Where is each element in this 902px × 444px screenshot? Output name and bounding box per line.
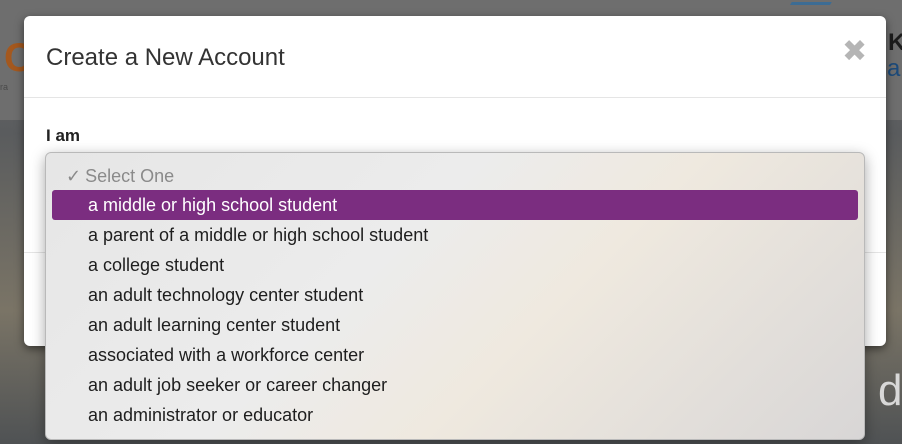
close-icon[interactable]: ✖ [842, 37, 867, 67]
option-adult-learning-center[interactable]: an adult learning center student [52, 310, 858, 340]
option-adult-technology-center[interactable]: an adult technology center student [52, 280, 858, 310]
option-college-student[interactable]: a college student [52, 250, 858, 280]
option-administrator-educator[interactable]: an administrator or educator [52, 400, 858, 430]
option-placeholder[interactable]: ✓ Select One [52, 162, 858, 190]
account-type-dropdown[interactable]: ✓ Select One a middle or high school stud… [45, 152, 865, 440]
background-logo-mark [784, 2, 832, 15]
background-right-letter-1: K [888, 29, 902, 56]
option-job-seeker[interactable]: an adult job seeker or career changer [52, 370, 858, 400]
check-icon: ✓ [66, 166, 82, 186]
background-logo-left: C [4, 36, 33, 80]
option-workforce-center[interactable]: associated with a workforce center [52, 340, 858, 370]
option-middle-high-student[interactable]: a middle or high school student [52, 190, 858, 220]
background-right-letter-2: a [887, 55, 901, 82]
option-placeholder-label: Select One [85, 166, 175, 186]
option-parent[interactable]: a parent of a middle or high school stud… [52, 220, 858, 250]
modal-title: Create a New Account [46, 44, 285, 71]
background-logo-left-sub: ra [0, 82, 9, 92]
account-type-label: I am [46, 126, 81, 145]
modal-header: Create a New Account ✖ [24, 16, 886, 98]
background-right-text: da [878, 366, 902, 415]
